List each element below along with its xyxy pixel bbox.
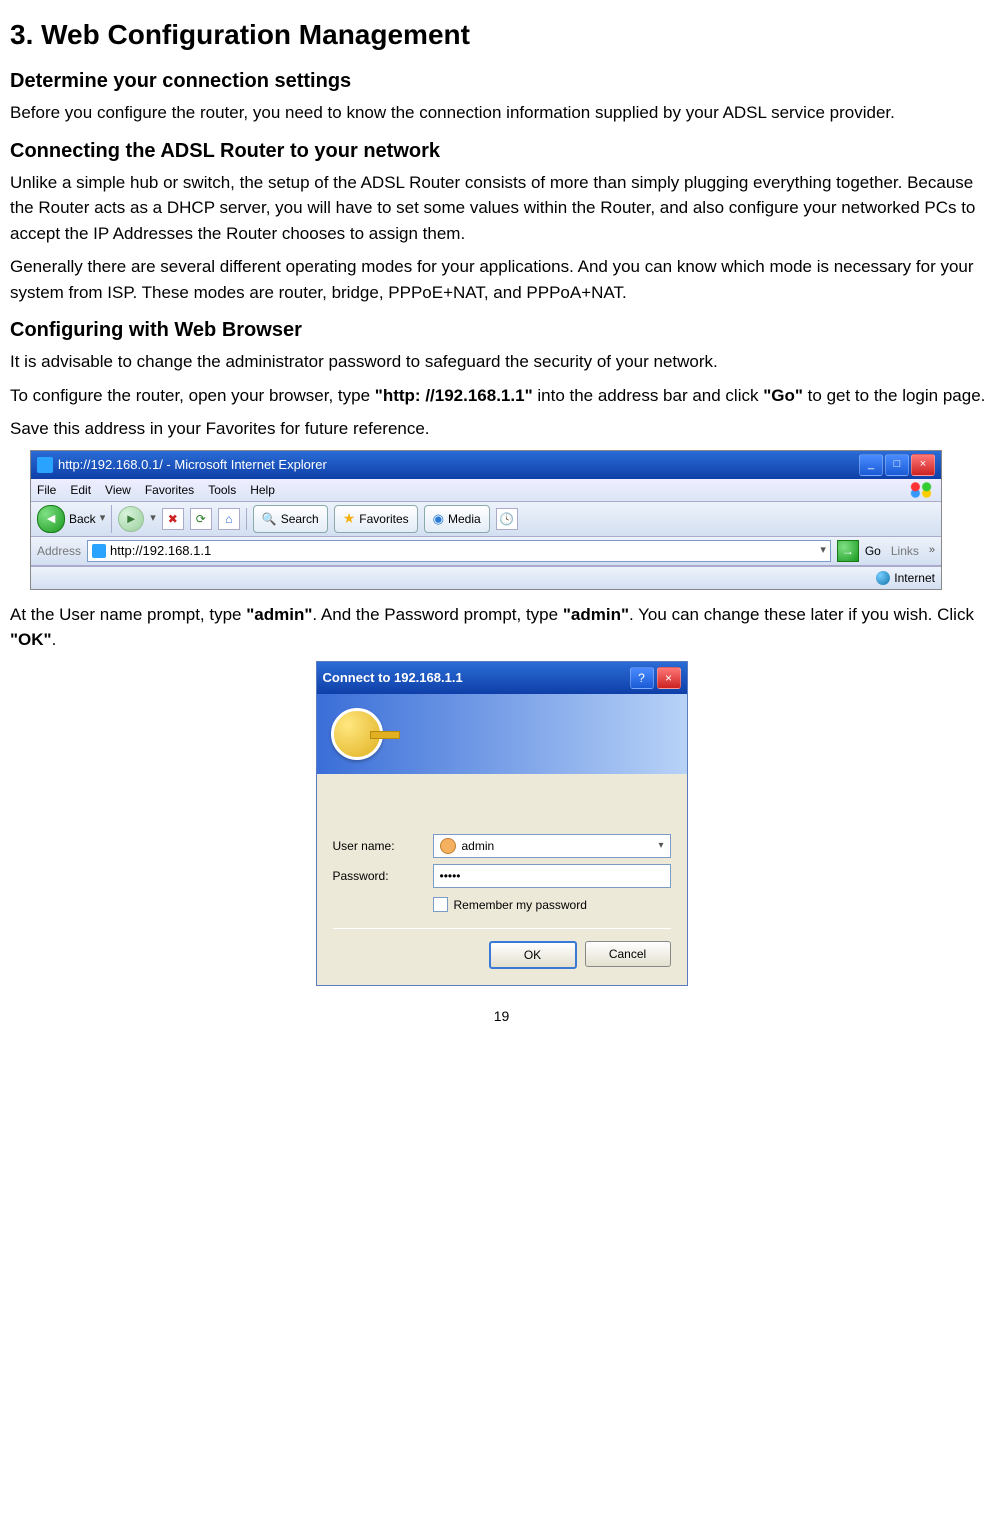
forward-dropdown-icon[interactable]: ▾ [150, 510, 156, 527]
menu-tools[interactable]: Tools [208, 481, 236, 499]
username-input[interactable]: admin ▾ [433, 834, 671, 858]
username-value: admin [462, 837, 495, 855]
history-button[interactable]: 🕓 [496, 508, 518, 530]
section-3-p2: To configure the router, open your brows… [10, 383, 993, 409]
maximize-button[interactable]: □ [885, 454, 909, 476]
go-button[interactable]: → [837, 540, 859, 562]
minimize-button[interactable]: _ [859, 454, 883, 476]
page-number: 19 [10, 1006, 993, 1027]
dialog-title: Connect to 192.168.1.1 [323, 668, 627, 688]
internet-zone-icon [876, 571, 890, 585]
section-1-p1: Before you configure the router, you nee… [10, 100, 993, 126]
go-label: Go [865, 542, 881, 560]
section-1-title: Determine your connection settings [10, 66, 993, 96]
cancel-button[interactable]: Cancel [585, 941, 671, 967]
page-title: 3. Web Configuration Management [10, 14, 993, 56]
refresh-button[interactable]: ⟳ [190, 508, 212, 530]
ie-page-icon [37, 457, 53, 473]
star-icon [343, 508, 356, 529]
dialog-banner [317, 694, 687, 774]
windows-logo-icon [907, 482, 935, 498]
password-value: ••••• [440, 867, 461, 885]
keys-icon [331, 708, 383, 760]
ie-menubar: File Edit View Favorites Tools Help [31, 479, 941, 502]
ok-button[interactable]: OK [489, 941, 577, 969]
section-2-p1: Unlike a simple hub or switch, the setup… [10, 170, 993, 247]
remember-checkbox[interactable] [433, 897, 448, 912]
menu-favorites[interactable]: Favorites [145, 481, 194, 499]
ie-title-text: http://192.168.0.1/ - Microsoft Internet… [58, 455, 859, 475]
stop-button[interactable]: ✖ [162, 508, 184, 530]
back-label: Back [69, 510, 96, 528]
section-4-p1: At the User name prompt, type "admin". A… [10, 602, 993, 653]
favorites-button[interactable]: Favorites [334, 505, 418, 533]
links-chevron-icon[interactable]: » [929, 542, 935, 559]
section-2-p2: Generally there are several different op… [10, 254, 993, 305]
section-2-title: Connecting the ADSL Router to your netwo… [10, 136, 993, 166]
search-button[interactable]: Search [253, 505, 328, 533]
address-value: http://192.168.1.1 [110, 541, 211, 561]
help-button[interactable]: ? [630, 667, 654, 689]
address-label: Address [37, 542, 81, 560]
media-icon [433, 509, 444, 529]
media-button[interactable]: Media [424, 505, 490, 533]
connect-dialog: Connect to 192.168.1.1 ? × User name: ad… [316, 661, 688, 986]
menu-help[interactable]: Help [250, 481, 275, 499]
menu-file[interactable]: File [37, 481, 56, 499]
dialog-titlebar: Connect to 192.168.1.1 ? × [317, 662, 687, 694]
ie-statusbar: Internet [31, 566, 941, 589]
ie-toolbar: ◄ Back ▾ ► ▾ ✖ ⟳ ⌂ Search Favorites Medi… [31, 502, 941, 537]
address-dropdown-icon[interactable]: ▾ [820, 542, 826, 559]
dialog-close-button[interactable]: × [657, 667, 681, 689]
ie-window: http://192.168.0.1/ - Microsoft Internet… [30, 450, 942, 590]
password-label: Password: [333, 867, 433, 885]
links-label[interactable]: Links [887, 542, 923, 560]
password-input[interactable]: ••••• [433, 864, 671, 888]
section-3-title: Configuring with Web Browser [10, 315, 993, 345]
address-input[interactable]: http://192.168.1.1 ▾ [87, 540, 831, 562]
page-icon [92, 544, 106, 558]
home-button[interactable]: ⌂ [218, 508, 240, 530]
ie-addressbar: Address http://192.168.1.1 ▾ → Go Links … [31, 537, 941, 566]
forward-button[interactable]: ► [118, 506, 144, 532]
back-button[interactable]: ◄ [37, 505, 65, 533]
user-icon [440, 838, 456, 854]
close-button[interactable]: × [911, 454, 935, 476]
status-text: Internet [894, 569, 935, 587]
menu-edit[interactable]: Edit [70, 481, 91, 499]
username-label: User name: [333, 837, 433, 855]
ie-titlebar: http://192.168.0.1/ - Microsoft Internet… [31, 451, 941, 479]
search-icon [262, 510, 277, 528]
username-dropdown-icon[interactable]: ▾ [658, 838, 663, 853]
menu-view[interactable]: View [105, 481, 131, 499]
section-3-p1: It is advisable to change the administra… [10, 349, 993, 375]
remember-label: Remember my password [454, 896, 587, 914]
section-3-p3: Save this address in your Favorites for … [10, 416, 993, 442]
back-dropdown-icon[interactable]: ▾ [100, 510, 106, 527]
